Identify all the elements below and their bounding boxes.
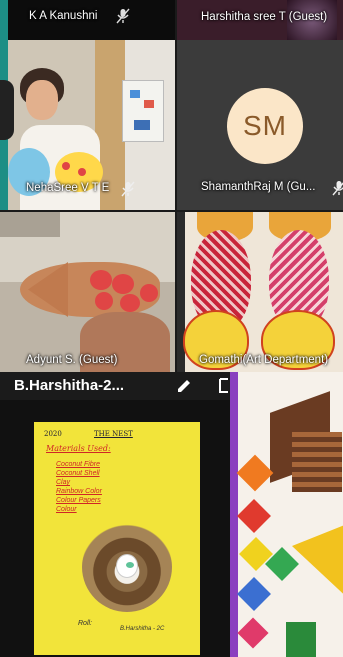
avatar-initials: SM — [243, 110, 287, 141]
participant-name: ShamanthRaj M (Gu... — [201, 181, 316, 193]
paper-subtitle: Materials Used: — [46, 444, 111, 453]
list-item: Colour Papers — [56, 497, 101, 504]
materials-list: Coconut Fibre Coconut Shell Clay Rainbow… — [56, 460, 102, 514]
participant-tile-top-right[interactable]: Harshitha sree T (Guest) — [177, 0, 343, 40]
presentation-header: B.Harshitha-2... — [0, 372, 228, 400]
participant-name: Adyunt S. (Guest) — [26, 354, 118, 366]
paper-sheet: 2020 THE NEST Materials Used: Coconut Fi… — [34, 422, 200, 655]
tile-edge — [0, 0, 8, 40]
signature-label: Roll: — [78, 620, 93, 627]
signature: B.Harshitha - 2C — [120, 626, 165, 632]
video-feed — [0, 212, 175, 372]
video-feed — [177, 212, 343, 372]
participant-name: Gomathi(Art Department) — [199, 354, 329, 366]
expand-icon[interactable] — [218, 377, 230, 394]
list-item: Rainbow Color — [56, 488, 102, 495]
participant-name: NehaSree V T E — [26, 182, 110, 194]
mic-muted-icon — [332, 181, 343, 196]
pencil-icon[interactable] — [176, 377, 193, 394]
list-item: Colour — [56, 506, 77, 513]
avatar: SM — [227, 88, 303, 164]
mic-muted-icon — [121, 181, 135, 197]
participant-name: Harshitha sree T (Guest) — [201, 11, 328, 23]
list-item: Coconut Shell — [56, 470, 100, 477]
paper-date: 2020 — [44, 430, 62, 438]
presentation-side-art — [230, 372, 343, 657]
participant-tile-mid-right[interactable]: SM ShamanthRaj M (Gu... — [177, 40, 343, 210]
participant-tile-row3-left[interactable]: Adyunt S. (Guest) — [0, 212, 175, 372]
participant-name: K A Kanushni — [29, 10, 98, 22]
participant-tile-mid-left[interactable]: NehaSree V T E — [0, 40, 175, 210]
paper-heading: THE NEST — [94, 430, 133, 438]
mic-muted-icon — [116, 8, 130, 24]
list-item: Coconut Fibre — [56, 461, 100, 468]
presentation-slide: 2020 THE NEST Materials Used: Coconut Fi… — [0, 400, 230, 657]
nest-artwork — [82, 522, 172, 612]
participant-tile-top-left[interactable]: K A Kanushni — [0, 0, 175, 40]
list-item: Clay — [56, 479, 71, 486]
presentation-title: B.Harshitha-2... — [14, 377, 125, 394]
participant-tile-row3-right[interactable]: Gomathi(Art Department) — [177, 212, 343, 372]
